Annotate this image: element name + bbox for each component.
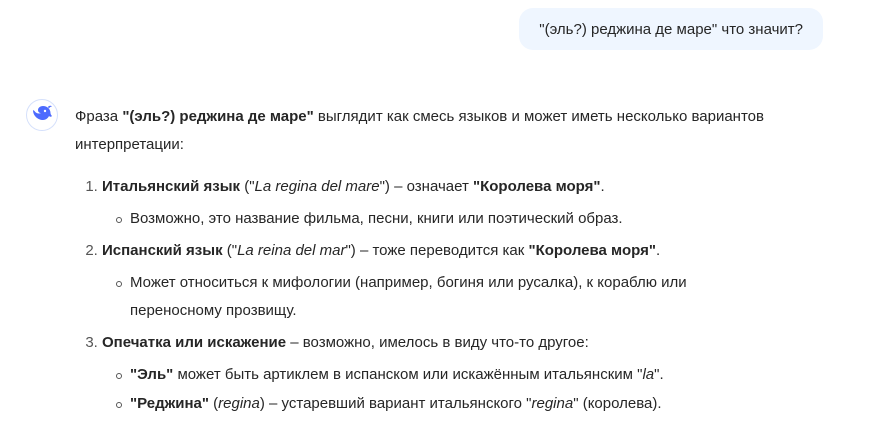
item-title: Испанский язык — [102, 242, 223, 259]
list-item-italian: Итальянский язык ("La regina del mare") … — [102, 173, 835, 233]
sub-list: Может относиться к мифологии (например, … — [102, 269, 835, 325]
user-message-bubble: "(эль?) реджина де маре" что значит? — [519, 8, 823, 50]
item-italic: La regina del mare — [254, 178, 380, 195]
user-message-text: "(эль?) реджина де маре" что значит? — [539, 20, 803, 38]
interpretation-list: Итальянский язык ("La regina del mare") … — [75, 173, 835, 418]
sub-bold: "Эль" — [130, 366, 174, 383]
item-text: . — [600, 178, 605, 195]
item-text: – возможно, имелось в виду что-то другое… — [286, 334, 589, 351]
item-text: . — [655, 242, 661, 259]
sub-list: "Эль" может быть артиклем в испанском ил… — [102, 361, 835, 418]
sub-text: ) – устаревший вариант итальянского " — [259, 395, 532, 412]
assistant-avatar — [26, 99, 58, 131]
item-title: Опечатка или искажение — [102, 334, 287, 351]
sub-item: Возможно, это название фильма, песни, кн… — [116, 205, 835, 233]
sub-italic: regina — [218, 395, 260, 412]
sub-text: ". — [654, 366, 664, 383]
list-item-typo: Опечатка или искажение – возможно, имело… — [102, 329, 835, 418]
sub-text: " (королева). — [573, 395, 662, 412]
whale-logo-icon — [31, 104, 53, 126]
item-text: (" — [222, 242, 238, 259]
item-title: Итальянский язык — [102, 178, 241, 195]
sub-text: может быть артиклем в испанском или иска… — [173, 366, 643, 383]
sub-item-el: "Эль" может быть артиклем в испанском ил… — [116, 361, 835, 389]
answer-intro: Фраза "(эль?) реджина де маре" выглядит … — [75, 103, 835, 159]
sub-item-redzhina: "Реджина" (regina) – устаревший вариант … — [116, 390, 835, 418]
sub-item: Может относиться к мифологии (например, … — [116, 269, 750, 325]
item-text: ") – означает — [379, 178, 473, 195]
item-bold: "Королева моря" — [528, 242, 656, 259]
sub-list: Возможно, это название фильма, песни, кн… — [102, 205, 835, 233]
sub-bold: "Реджина" — [130, 395, 209, 412]
sub-italic: la — [642, 366, 655, 383]
item-italic: La reina del mar — [237, 242, 346, 259]
item-text: (" — [240, 178, 255, 195]
item-bold: "Королева моря" — [473, 178, 601, 195]
sub-italic: regina — [531, 395, 574, 412]
sub-text: ( — [208, 395, 219, 412]
assistant-answer: Фраза "(эль?) реджина де маре" выглядит … — [75, 103, 835, 422]
item-text: ") – тоже переводится как — [345, 242, 529, 259]
intro-prefix: Фраза — [75, 108, 123, 125]
intro-phrase: "(эль?) реджина де маре" — [122, 108, 314, 125]
list-item-spanish: Испанский язык ("La reina del mar") – то… — [102, 237, 835, 325]
